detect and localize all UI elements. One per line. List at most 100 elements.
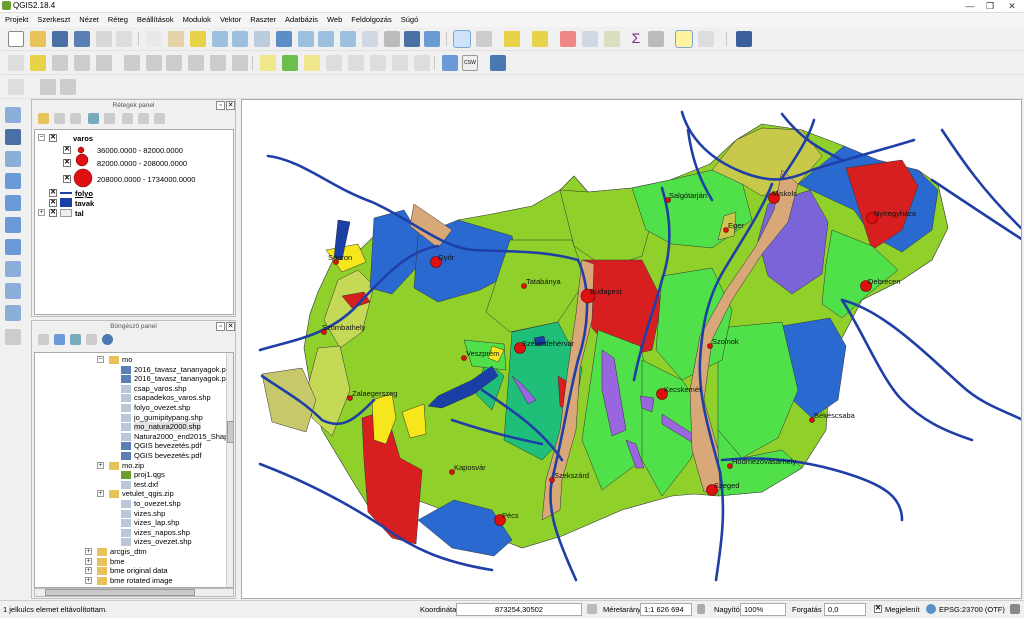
zoom-to-selection-icon[interactable] (298, 31, 314, 47)
browser-item[interactable]: csap_varos.shp (134, 384, 187, 393)
layer-checkbox[interactable]: ✕ (49, 209, 57, 217)
menu-beallitasok[interactable]: Beállítások (132, 13, 178, 24)
help-icon[interactable] (736, 31, 752, 47)
print-composer-icon[interactable] (96, 31, 112, 47)
render-checkbox[interactable]: ✕ (874, 605, 882, 613)
browser-expand-toggle[interactable]: + (97, 490, 104, 498)
tracing-icon[interactable] (60, 79, 76, 95)
expand-toggle[interactable]: + (38, 209, 45, 216)
move-label-icon[interactable] (370, 55, 386, 71)
statistics-sigma-icon[interactable]: Σ (628, 31, 644, 47)
browser-item[interactable]: QGIS bevezetés.pdf (134, 441, 202, 450)
layer-name-folyo[interactable]: folyo (75, 189, 93, 198)
select-by-expression-icon[interactable] (532, 31, 548, 47)
rotation-spinbox[interactable]: 0,0 (824, 603, 866, 616)
highlight-pinned-labels-icon[interactable] (304, 55, 320, 71)
hungary-map[interactable]: Salgótarján Miskolc Nyíregyháza Eger Győr Sop… (242, 100, 1022, 599)
browser-expand-toggle[interactable]: + (85, 557, 92, 565)
menu-modulok[interactable]: Modulok (178, 13, 215, 24)
close-panel-button[interactable]: ✕ (226, 322, 235, 331)
layer-name-tavak[interactable]: tavak (75, 199, 94, 208)
csw-icon[interactable]: CSW (462, 55, 478, 71)
browser-expand-toggle[interactable]: + (85, 576, 92, 584)
coordinate-field[interactable]: 873254,30502 (456, 603, 582, 616)
browser-item[interactable]: Natura2000_end2015_Shapefil (134, 432, 233, 441)
map-tips-icon[interactable] (675, 30, 693, 48)
add-wms-icon[interactable] (5, 195, 21, 211)
delete-selected-icon[interactable] (166, 55, 182, 71)
browser-item[interactable]: 2016_tavasz_tananyagok.pdf (134, 374, 232, 383)
zoom-to-layer-icon[interactable] (318, 31, 334, 47)
filter-legend-icon[interactable] (88, 113, 99, 124)
save-project-icon[interactable] (52, 31, 68, 47)
composer-manager-icon[interactable] (116, 31, 132, 47)
cut-features-icon[interactable] (188, 55, 204, 71)
measure-line-icon[interactable] (648, 31, 664, 47)
close-panel-button[interactable]: ✕ (226, 101, 235, 110)
menu-adatbazis[interactable]: Adatbázis (280, 13, 322, 24)
browser-item[interactable]: mo (122, 355, 132, 364)
add-selected-layer-icon[interactable] (38, 334, 49, 345)
zoom-in-icon[interactable] (212, 31, 228, 47)
menu-projekt[interactable]: Projekt (0, 13, 32, 24)
add-group-icon[interactable] (54, 113, 65, 124)
browser-item[interactable]: proj1.qgs (134, 470, 165, 479)
menu-web[interactable]: Web (322, 13, 346, 24)
add-ring-icon[interactable] (96, 55, 112, 71)
label-abc-icon[interactable] (260, 55, 276, 71)
add-postgis-icon[interactable] (5, 151, 21, 167)
browser-item[interactable]: csapadekos_varos.shp (134, 393, 211, 402)
manage-visibility-icon[interactable] (70, 113, 81, 124)
browser-item[interactable]: QGIS bevezetés.pdf (134, 451, 202, 460)
browser-item[interactable]: vizes_lap.shp (134, 518, 179, 527)
new-project-icon[interactable] (8, 31, 24, 47)
refresh-browser-icon[interactable] (54, 334, 65, 345)
map-canvas[interactable]: Salgótarján Miskolc Nyíregyháza Eger Győr Sop… (241, 99, 1022, 599)
touch-zoom-icon[interactable] (146, 31, 162, 47)
zoom-next-icon[interactable] (362, 31, 378, 47)
layer-checkbox[interactable]: ✕ (49, 134, 57, 142)
expand-all-icon[interactable] (122, 113, 133, 124)
refresh-icon[interactable] (424, 31, 440, 47)
minimize-button[interactable]: — (960, 0, 980, 12)
add-spatialite-icon[interactable] (5, 173, 21, 189)
deselect-all-icon[interactable] (560, 31, 576, 47)
class-checkbox[interactable]: ✕ (63, 146, 71, 154)
change-label-icon[interactable] (414, 55, 430, 71)
add-raster-layer-icon[interactable] (5, 129, 21, 145)
add-vector-layer-icon[interactable] (5, 107, 21, 123)
save-edits-icon[interactable] (52, 55, 68, 71)
zoom-out-icon[interactable] (232, 31, 248, 47)
pan-to-selection-icon[interactable] (190, 31, 206, 47)
browser-item[interactable]: to_ovezet.shp (134, 499, 181, 508)
run-action-icon[interactable] (476, 31, 492, 47)
float-panel-button[interactable]: ▫ (216, 322, 225, 331)
close-button[interactable]: ✕ (1002, 0, 1022, 12)
identify-features-icon[interactable] (453, 30, 471, 48)
collapse-toggle[interactable]: − (38, 134, 45, 141)
new-spatialite-icon[interactable] (5, 305, 21, 321)
zoom-full-icon[interactable] (276, 31, 292, 47)
zoom-spinbox[interactable]: 100% (740, 603, 786, 616)
text-annotation-icon[interactable] (698, 31, 714, 47)
add-wcs-icon[interactable] (5, 217, 21, 233)
toggle-extents-icon[interactable] (587, 604, 597, 614)
zoom-native-icon[interactable] (254, 31, 270, 47)
rotate-label-icon[interactable] (392, 55, 408, 71)
collapse-browser-icon[interactable] (86, 334, 97, 345)
scrollbar-thumb[interactable] (45, 589, 195, 596)
float-panel-button[interactable]: ▫ (216, 101, 225, 110)
browser-item[interactable]: vizes_ovezet.shp (134, 537, 192, 546)
browser-expand-toggle[interactable]: + (85, 548, 92, 555)
browser-item[interactable]: folyo_ovezet.shp (134, 403, 190, 412)
snapping-icon[interactable] (8, 79, 24, 95)
copy-features-icon[interactable] (210, 55, 226, 71)
menu-nezet[interactable]: Nézet (74, 13, 103, 24)
menu-reteg[interactable]: Réteg (103, 13, 132, 24)
browser-item[interactable]: mo.zip (122, 461, 144, 470)
browser-item[interactable]: 2016_tavasz_tananyagok.pdf (134, 365, 232, 374)
browser-item[interactable]: jo_gumipitypang.shp (134, 413, 203, 422)
layer-checkbox[interactable]: ✕ (49, 189, 57, 197)
browser-item[interactable]: arcgis_dtm (110, 547, 147, 556)
browser-expand-toggle[interactable]: + (85, 567, 92, 575)
